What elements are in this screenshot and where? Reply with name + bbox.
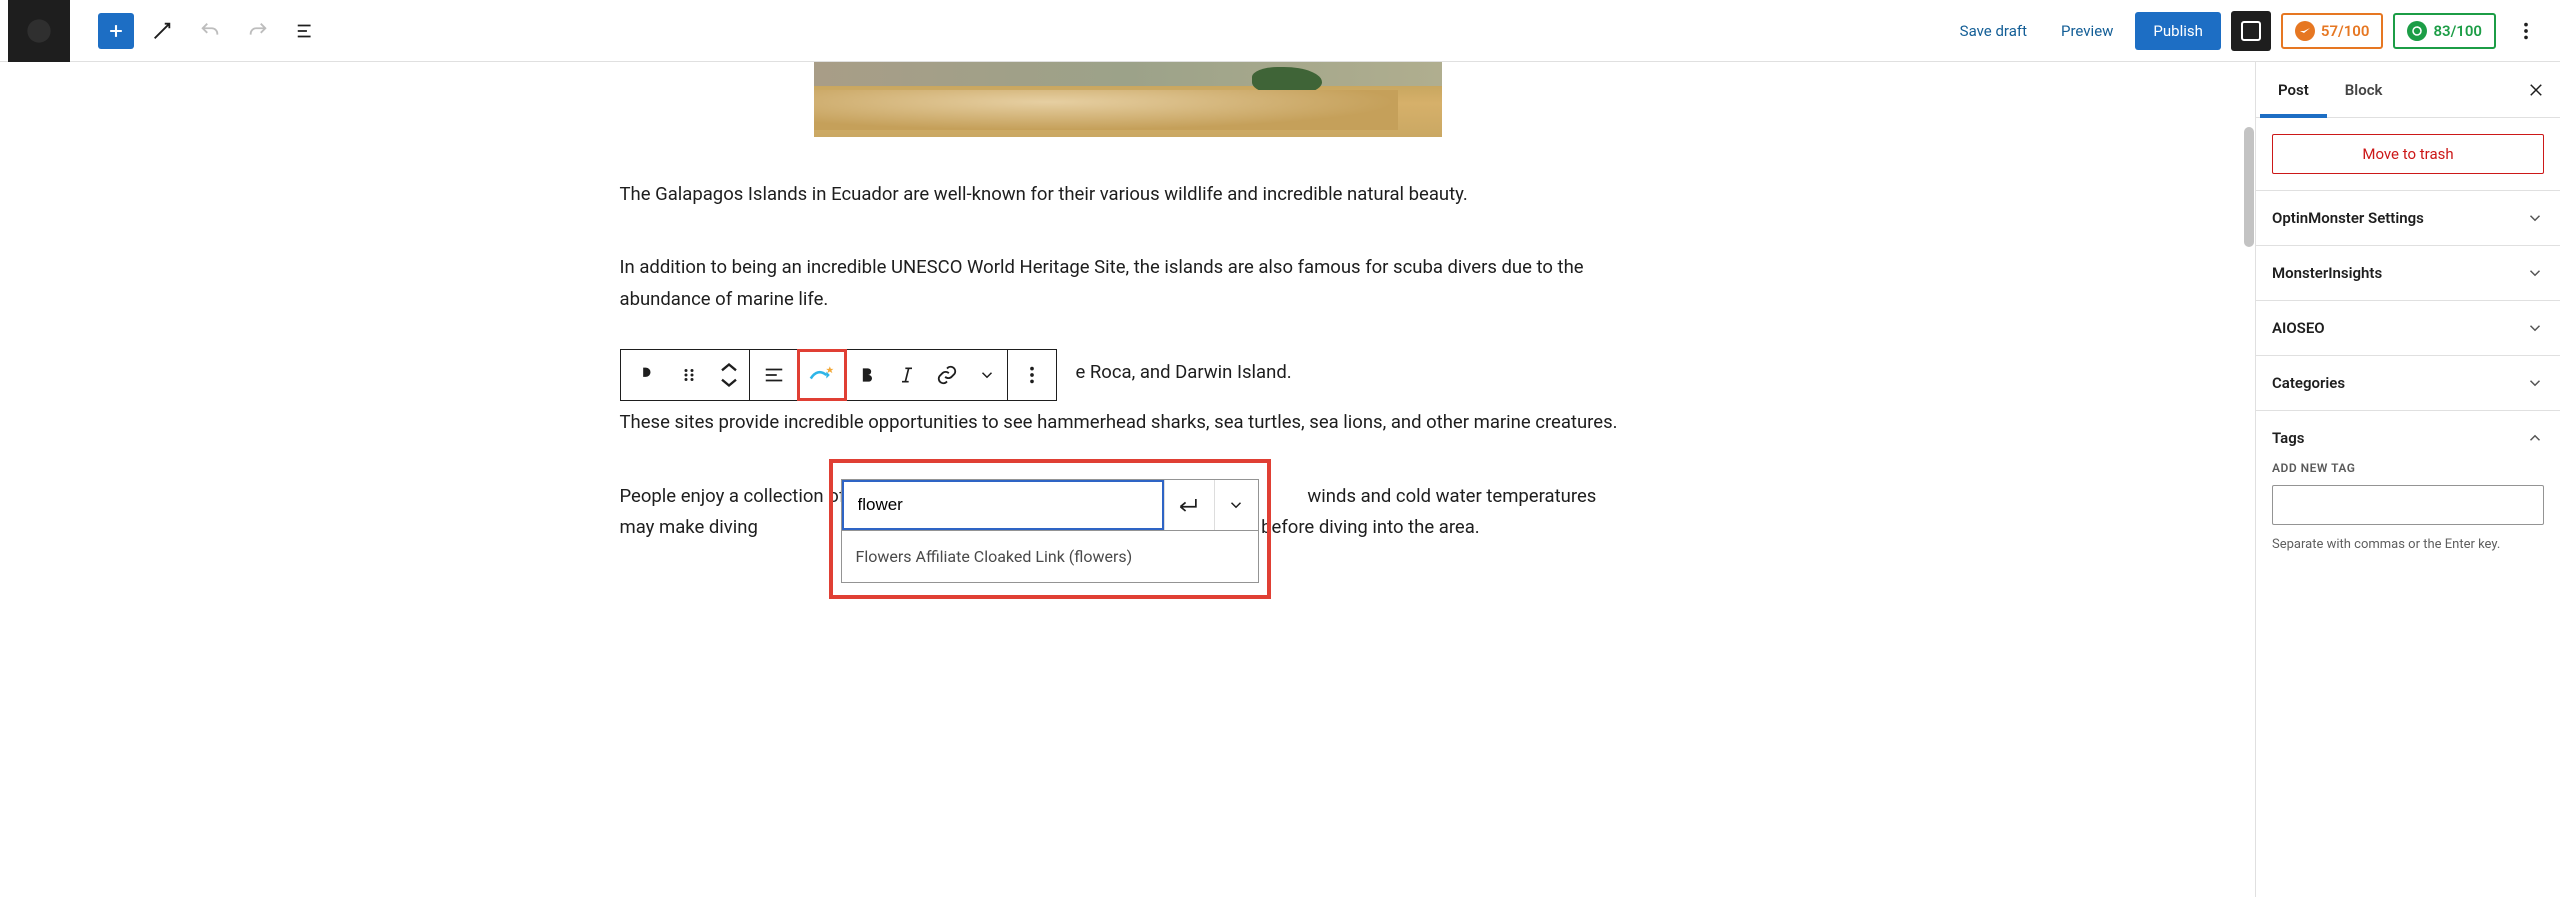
top-toolbar: Save draft Preview Publish 57/100 83/100 [0,0,2560,62]
move-to-trash-button[interactable]: Move to trash [2272,134,2544,174]
block-type-button[interactable] [621,350,669,400]
block-more-options-button[interactable] [1008,350,1056,400]
add-new-tag-label: ADD NEW TAG [2272,461,2544,475]
panel-label: OptinMonster Settings [2272,209,2424,227]
link-suggestion-item[interactable]: Flowers Affiliate Cloaked Link (flowers) [841,531,1259,583]
tab-block[interactable]: Block [2327,62,2401,118]
paragraph-block[interactable]: In addition to being an incredible UNESC… [620,252,1636,315]
paragraph-block[interactable]: The Galapagos Islands in Ecuador are wel… [620,179,1636,210]
document-outline-button[interactable] [286,11,326,51]
paragraph-block-partial[interactable]: e Roca, and Darwin Island. [1076,361,1292,383]
add-new-tag-input[interactable] [2272,485,2544,525]
link-search-input[interactable] [842,480,1164,530]
site-logo[interactable] [8,0,70,62]
panel-label: AIOSEO [2272,319,2325,337]
more-rich-text-button[interactable] [967,350,1007,400]
chevron-up-icon [2526,429,2544,447]
preview-button[interactable]: Preview [2049,16,2125,46]
panel-tags[interactable]: Tags [2256,410,2560,455]
chevron-down-icon [2526,374,2544,392]
link-options-toggle[interactable] [1214,480,1258,530]
panel-label: MonsterInsights [2272,264,2382,282]
more-options-button[interactable] [2506,11,2546,51]
chevron-down-icon [2526,319,2544,337]
seo-score-2[interactable]: 83/100 [2393,13,2496,49]
scrollbar-thumb[interactable] [2244,127,2254,247]
seo-score-1-value: 57/100 [2321,22,2370,40]
tab-post[interactable]: Post [2260,62,2327,118]
close-sidebar-button[interactable] [2516,70,2556,110]
redo-button[interactable] [238,11,278,51]
seo-score-2-value: 83/100 [2433,22,2482,40]
chevron-down-icon [2526,264,2544,282]
editor-canvas[interactable]: The Galapagos Islands in Ecuador are wel… [0,62,2255,897]
italic-button[interactable] [887,350,927,400]
affiliate-link-button[interactable] [798,350,846,400]
settings-sidebar: Post Block Move to trash OptinMonster Se… [2255,62,2560,897]
block-toolbar [620,349,1057,401]
panel-monsterinsights[interactable]: MonsterInsights [2256,245,2560,300]
publish-button[interactable]: Publish [2135,12,2220,50]
featured-image[interactable] [814,62,1442,137]
settings-toggle-button[interactable] [2231,11,2271,51]
drag-handle[interactable] [669,350,709,400]
panel-label: Tags [2272,429,2305,447]
move-updown-button[interactable] [709,350,749,400]
save-draft-button[interactable]: Save draft [1948,16,2039,46]
panel-optinmonster[interactable]: OptinMonster Settings [2256,190,2560,245]
link-search-popup: Flowers Affiliate Cloaked Link (flowers) [829,459,1271,599]
link-button[interactable] [927,350,967,400]
link-submit-button[interactable] [1164,480,1214,530]
undo-button[interactable] [190,11,230,51]
bold-button[interactable] [847,350,887,400]
tag-hint: Separate with commas or the Enter key. [2272,537,2544,552]
add-block-button[interactable] [98,13,134,49]
chevron-down-icon [2526,209,2544,227]
paragraph-block[interactable]: These sites provide incredible opportuni… [620,407,1636,438]
panel-label: Categories [2272,374,2345,392]
align-button[interactable] [750,350,798,400]
panel-categories[interactable]: Categories [2256,355,2560,410]
tools-button[interactable] [142,11,182,51]
seo-score-1[interactable]: 57/100 [2281,13,2384,49]
panel-aioseo[interactable]: AIOSEO [2256,300,2560,355]
